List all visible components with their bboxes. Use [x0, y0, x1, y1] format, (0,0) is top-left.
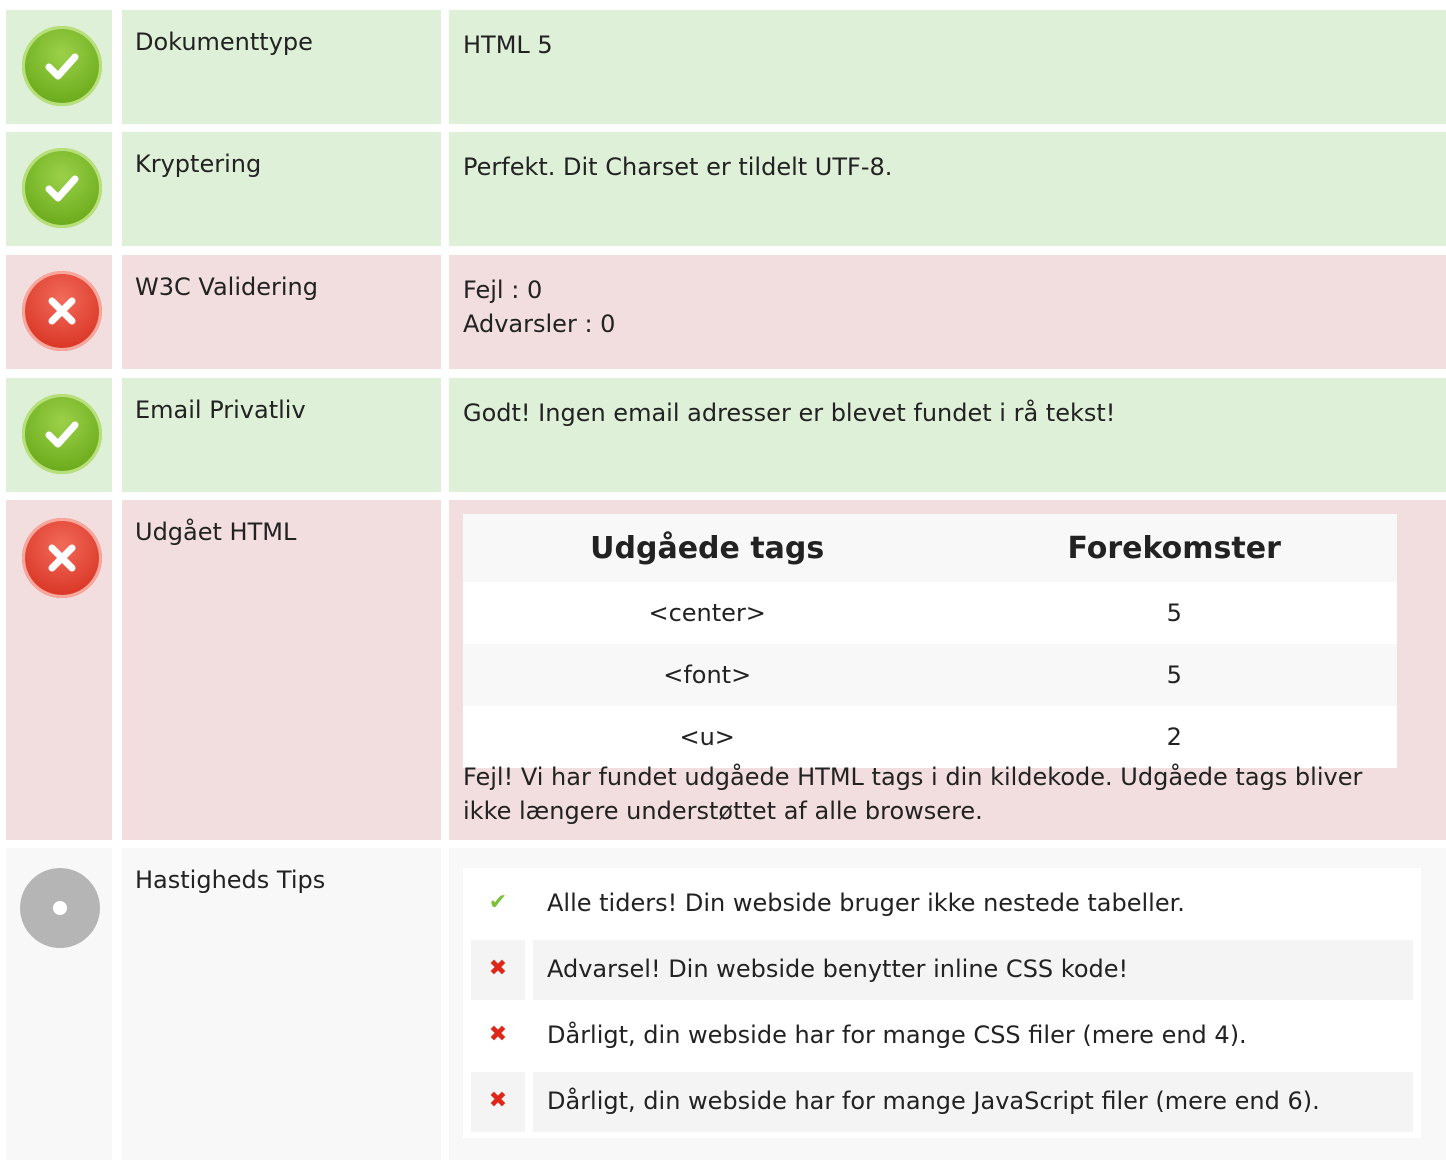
status-cell [6, 378, 112, 492]
list-item: ✖ Advarsel! Din webside benytter inline … [471, 940, 1413, 1000]
row-value: HTML 5 [463, 31, 553, 59]
label-cell: W3C Validering [122, 255, 441, 369]
count-cell: 2 [951, 706, 1397, 768]
value-cell: Perfekt. Dit Charset er tildelt UTF-8. [449, 132, 1446, 246]
cross-icon: ✖ [471, 1072, 525, 1132]
cross-icon: ✖ [471, 940, 525, 1000]
check-icon: ✔ [488, 890, 508, 915]
tag-cell: <center> [463, 582, 952, 644]
row-label: Kryptering [135, 150, 262, 178]
status-cell [6, 500, 112, 840]
speed-tips-list: ✔ Alle tiders! Din webside bruger ikke n… [463, 868, 1421, 1138]
tip-text: Alle tiders! Din webside bruger ikke nes… [547, 889, 1185, 917]
label-cell: Udgået HTML [122, 500, 441, 840]
status-cell [6, 255, 112, 369]
label-cell: Email Privatliv [122, 378, 441, 492]
row-value: Perfekt. Dit Charset er tildelt UTF-8. [463, 153, 893, 181]
row-label: Email Privatliv [135, 396, 306, 424]
tag-cell: <font> [463, 644, 952, 706]
cross-icon: ✖ [488, 1022, 508, 1047]
result-row-speed-tips: Hastigheds Tips ✔ Alle tiders! Din websi… [0, 848, 1446, 1160]
table-row: <center> 5 [463, 582, 1397, 644]
result-row-deprecated-html: Udgået HTML Udgåede tags Forekomster <ce… [0, 500, 1446, 840]
info-circle-icon [20, 868, 100, 948]
row-value: Godt! Ingen email adresser er blevet fun… [463, 399, 1116, 427]
row-label: Udgået HTML [135, 518, 297, 546]
table-row: <font> 5 [463, 644, 1397, 706]
label-cell: Kryptering [122, 132, 441, 246]
result-row-w3c: W3C Validering Fejl : 0 Advarsler : 0 [0, 255, 1446, 369]
value-cell: Udgåede tags Forekomster <center> 5 <fon… [449, 500, 1446, 840]
tag-cell: <u> [463, 706, 952, 768]
status-cell [6, 132, 112, 246]
list-item: ✔ Alle tiders! Din webside bruger ikke n… [471, 874, 1413, 934]
x-circle-icon [22, 518, 102, 598]
result-row-doctype: Dokumenttype HTML 5 [0, 10, 1446, 124]
table-row: <u> 2 [463, 706, 1397, 768]
column-header-tags: Udgåede tags [463, 514, 952, 582]
x-circle-icon [22, 271, 102, 351]
check-circle-icon [22, 394, 102, 474]
count-cell: 5 [951, 644, 1397, 706]
errors-count: Fejl : 0 [463, 276, 543, 304]
warnings-count: Advarsler : 0 [463, 310, 616, 338]
label-cell: Dokumenttype [122, 10, 441, 124]
value-cell: HTML 5 [449, 10, 1446, 124]
status-cell [6, 848, 112, 1160]
count-cell: 5 [951, 582, 1397, 644]
result-row-encoding: Kryptering Perfekt. Dit Charset er tilde… [0, 132, 1446, 246]
row-label: Hastigheds Tips [135, 866, 326, 894]
column-header-occurrences: Forekomster [951, 514, 1397, 582]
tip-text: Dårligt, din webside har for mange JavaS… [533, 1072, 1413, 1132]
list-item: ✖ Dårligt, din webside har for mange CSS… [471, 1006, 1413, 1066]
check-circle-icon [22, 26, 102, 106]
tip-text: Dårligt, din webside har for mange CSS f… [547, 1021, 1247, 1049]
table-header-row: Udgåede tags Forekomster [463, 514, 1397, 582]
deprecated-note: Fejl! Vi har fundet udgåede HTML tags i … [463, 763, 1363, 825]
w3c-values: Fejl : 0 Advarsler : 0 [463, 273, 1426, 341]
status-cell [6, 10, 112, 124]
row-label: Dokumenttype [135, 28, 313, 56]
label-cell: Hastigheds Tips [122, 848, 441, 1160]
value-cell: ✔ Alle tiders! Din webside bruger ikke n… [449, 848, 1446, 1160]
result-row-email: Email Privatliv Godt! Ingen email adress… [0, 378, 1446, 492]
check-circle-icon [22, 148, 102, 228]
value-cell: Godt! Ingen email adresser er blevet fun… [449, 378, 1446, 492]
row-label: W3C Validering [135, 273, 318, 301]
tip-text: Advarsel! Din webside benytter inline CS… [533, 940, 1413, 1000]
value-cell: Fejl : 0 Advarsler : 0 [449, 255, 1446, 369]
list-item: ✖ Dårligt, din webside har for mange Jav… [471, 1072, 1413, 1132]
deprecated-tags-table: Udgåede tags Forekomster <center> 5 <fon… [463, 514, 1397, 768]
